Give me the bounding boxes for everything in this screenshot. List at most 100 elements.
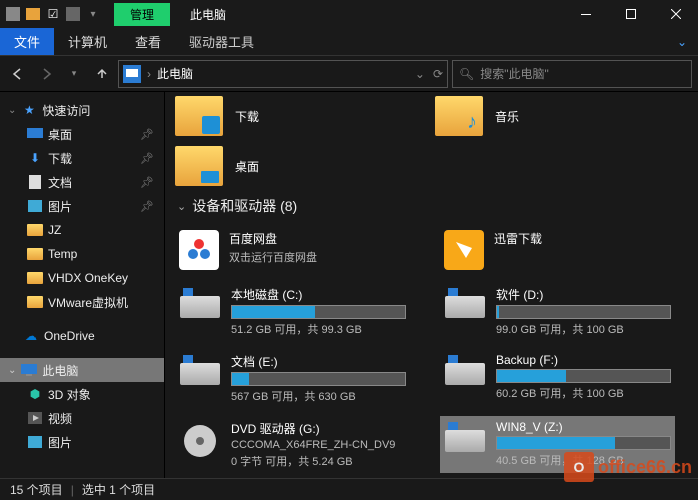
sidebar-item[interactable]: VMware虚拟机 bbox=[0, 290, 164, 314]
doc-icon bbox=[26, 174, 44, 190]
sidebar-item[interactable]: ⬇ 下载 📌︎ bbox=[0, 146, 164, 170]
drive-icon bbox=[444, 286, 486, 328]
back-button[interactable] bbox=[6, 62, 30, 86]
drive-item[interactable]: Backup (F:) 60.2 GB 可用，共 100 GB bbox=[440, 349, 675, 408]
window-title: 此电脑 bbox=[190, 6, 226, 23]
onedrive-node[interactable]: ☁ OneDrive bbox=[0, 324, 164, 348]
pin-icon: 📌︎ bbox=[140, 128, 154, 141]
this-pc-node[interactable]: ⌄ 此电脑 bbox=[0, 358, 164, 382]
app-icon bbox=[444, 230, 484, 270]
sidebar-item[interactable]: 图片 📌︎ bbox=[0, 194, 164, 218]
quick-access-node[interactable]: ⌄ ★ 快速访问 bbox=[0, 98, 164, 122]
ribbon-expand-icon[interactable]: ⌄ bbox=[666, 28, 698, 55]
sidebar-item[interactable]: JZ bbox=[0, 218, 164, 242]
cloud-icon: ☁ bbox=[22, 328, 40, 344]
navigation-bar: ▾ › 此电脑 ⌄ ⟳ 🔍︎ 搜索"此电脑" bbox=[0, 56, 698, 92]
title-bar: ☑ ▾ 管理 此电脑 bbox=[0, 0, 698, 28]
address-dropdown-icon[interactable]: ⌄ bbox=[415, 67, 425, 81]
drive-icon bbox=[444, 420, 486, 462]
folder-icon bbox=[26, 246, 44, 262]
usage-bar bbox=[496, 305, 671, 319]
navigation-pane[interactable]: ⌄ ★ 快速访问 桌面 📌︎ ⬇ 下载 📌︎ 文档 📌︎ 图片 📌︎ JZ Te… bbox=[0, 92, 165, 478]
usage-bar bbox=[231, 372, 406, 386]
up-button[interactable] bbox=[90, 62, 114, 86]
maximize-button[interactable] bbox=[608, 0, 653, 28]
folder-icon bbox=[26, 270, 44, 286]
drive-tools-tab[interactable]: 驱动器工具 bbox=[175, 28, 268, 55]
refresh-icon[interactable]: ⟳ bbox=[433, 67, 443, 81]
sidebar-item[interactable]: 文档 📌︎ bbox=[0, 170, 164, 194]
app-icon bbox=[4, 5, 22, 23]
sidebar-item[interactable]: Temp bbox=[0, 242, 164, 266]
download-icon: ⬇ bbox=[26, 150, 44, 166]
star-icon: ★ bbox=[20, 102, 38, 118]
folder-icon bbox=[26, 294, 44, 310]
search-box[interactable]: 🔍︎ 搜索"此电脑" bbox=[452, 60, 692, 88]
drive-item[interactable]: DVD 驱动器 (G:) CCCOMA_X64FRE_ZH-CN_DV9 0 字… bbox=[175, 416, 410, 473]
pic-icon bbox=[26, 198, 44, 214]
drive-icon bbox=[179, 353, 221, 395]
checkbox-icon[interactable]: ☑ bbox=[44, 5, 62, 23]
view-tab[interactable]: 查看 bbox=[121, 28, 175, 55]
item-icon: ⬢ bbox=[26, 386, 44, 402]
watermark: O office66.cn bbox=[564, 452, 692, 482]
search-icon: 🔍︎ bbox=[459, 67, 474, 81]
dvd-icon bbox=[179, 420, 221, 462]
address-bar[interactable]: › 此电脑 ⌄ ⟳ bbox=[118, 60, 448, 88]
watermark-logo-icon: O bbox=[564, 452, 594, 482]
folder-icon bbox=[175, 96, 223, 136]
item-count: 15 个项目 bbox=[10, 481, 63, 498]
ribbon-tabs: 文件 计算机 查看 驱动器工具 ⌄ bbox=[0, 28, 698, 56]
folder-item[interactable]: 音乐 bbox=[435, 96, 655, 136]
pin-icon: 📌︎ bbox=[140, 200, 154, 213]
folder-item[interactable]: 下载 bbox=[175, 96, 395, 136]
usage-bar bbox=[496, 369, 671, 383]
address-text: 此电脑 bbox=[157, 65, 193, 82]
this-pc-icon bbox=[123, 65, 141, 83]
manage-context-label: 管理 bbox=[114, 3, 170, 26]
chevron-down-icon[interactable]: ⌄ bbox=[8, 365, 16, 376]
quick-access-toolbar: ☑ ▾ bbox=[0, 5, 106, 23]
usage-bar bbox=[231, 305, 406, 319]
sidebar-item[interactable]: VHDX OneKey bbox=[0, 266, 164, 290]
drive-item[interactable]: 本地磁盘 (C:) 51.2 GB 可用，共 99.3 GB bbox=[175, 282, 410, 341]
search-placeholder: 搜索"此电脑" bbox=[480, 65, 549, 82]
item-icon bbox=[26, 434, 44, 450]
recent-dropdown-icon[interactable]: ▾ bbox=[62, 62, 86, 86]
pin-icon: 📌︎ bbox=[140, 176, 154, 189]
chevron-down-icon[interactable]: ⌄ bbox=[8, 105, 16, 116]
close-button[interactable] bbox=[653, 0, 698, 28]
desktop-icon bbox=[26, 126, 44, 142]
forward-button[interactable] bbox=[34, 62, 58, 86]
app-item[interactable]: 迅雷下载 bbox=[440, 226, 675, 274]
usage-bar bbox=[496, 436, 671, 450]
dropdown-icon[interactable] bbox=[64, 5, 82, 23]
app-icon bbox=[179, 230, 219, 270]
qat-more-icon[interactable]: ▾ bbox=[84, 5, 102, 23]
drive-icon bbox=[179, 286, 221, 328]
content-pane[interactable]: 下载 音乐 桌面 ⌄ 设备和驱动器 (8) 百度网盘 双击运行百度网盘 迅雷下载… bbox=[165, 92, 698, 478]
selection-count: 选中 1 个项目 bbox=[82, 481, 155, 498]
chevron-down-icon[interactable]: ⌄ bbox=[177, 200, 186, 213]
monitor-icon bbox=[20, 362, 38, 378]
minimize-button[interactable] bbox=[563, 0, 608, 28]
file-tab[interactable]: 文件 bbox=[0, 28, 54, 55]
contextual-tab-group: 管理 bbox=[114, 3, 170, 26]
folder-item[interactable]: 桌面 bbox=[175, 146, 395, 186]
sidebar-item[interactable]: 桌面 📌︎ bbox=[0, 122, 164, 146]
pin-icon: 📌︎ bbox=[140, 152, 154, 165]
computer-tab[interactable]: 计算机 bbox=[54, 28, 121, 55]
drive-item[interactable]: 软件 (D:) 99.0 GB 可用，共 100 GB bbox=[440, 282, 675, 341]
drive-item[interactable]: 文档 (E:) 567 GB 可用，共 630 GB bbox=[175, 349, 410, 408]
folder-icon bbox=[26, 222, 44, 238]
app-item[interactable]: 百度网盘 双击运行百度网盘 bbox=[175, 226, 410, 274]
folder-icon bbox=[435, 96, 483, 136]
folder-icon[interactable] bbox=[24, 5, 42, 23]
sidebar-item[interactable]: ⬢ 3D 对象 bbox=[0, 382, 164, 406]
item-icon bbox=[26, 410, 44, 426]
sidebar-item[interactable]: 视频 bbox=[0, 406, 164, 430]
drive-icon bbox=[444, 353, 486, 395]
devices-section-header[interactable]: ⌄ 设备和驱动器 (8) bbox=[177, 196, 688, 216]
folder-icon bbox=[175, 146, 223, 186]
sidebar-item[interactable]: 图片 bbox=[0, 430, 164, 454]
